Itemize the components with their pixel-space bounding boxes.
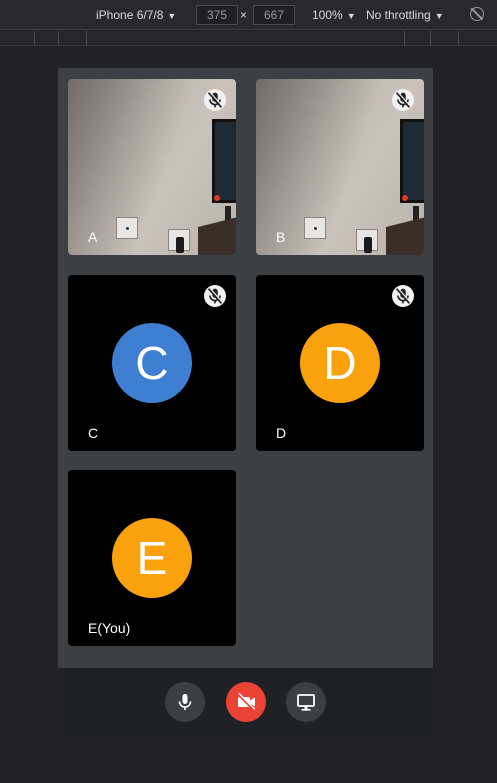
mic-muted-icon [204, 285, 226, 307]
media-query-ruler [0, 31, 497, 46]
throttling-select[interactable]: No throttling ▼ [366, 8, 444, 22]
avatar: C [112, 323, 192, 403]
camera-off-icon [237, 692, 256, 711]
devtools-device-toolbar: iPhone 6/7/8 ▼ 375 × 667 100% ▼ No throttl… [0, 0, 497, 30]
ruler-tick [34, 31, 35, 46]
mic-muted-icon [392, 285, 414, 307]
chevron-down-icon: ▼ [346, 11, 356, 21]
ruler-tick [58, 31, 59, 46]
chevron-down-icon: ▼ [167, 11, 177, 21]
device-select[interactable]: iPhone 6/7/8 ▼ [96, 8, 176, 22]
participant-name: D [276, 425, 287, 441]
mic-muted-icon [204, 89, 226, 111]
participant-tile-b[interactable]: B [256, 79, 424, 255]
participant-name: A [88, 229, 98, 245]
throttling-value: No throttling [366, 8, 431, 22]
screen-share-icon [297, 694, 315, 711]
phone-viewport: A B C C D D E E(You) [58, 68, 433, 736]
participant-name: C [88, 425, 99, 441]
rotate-icon[interactable] [470, 7, 484, 21]
ruler-tick [458, 31, 459, 46]
screen-share-button[interactable] [286, 682, 326, 722]
ruler-tick [86, 31, 87, 46]
zoom-value: 100% [312, 8, 343, 22]
viewport-height-input[interactable]: 667 [253, 5, 295, 25]
microphone-icon [178, 694, 192, 710]
participant-tile-a[interactable]: A [68, 79, 236, 255]
microphone-button[interactable] [165, 682, 205, 722]
ruler-tick [430, 31, 431, 46]
mic-muted-icon [392, 89, 414, 111]
participant-name: E(You) [88, 620, 131, 636]
ruler-tick [404, 31, 405, 46]
dimension-separator: × [240, 8, 248, 22]
chevron-down-icon: ▼ [434, 11, 444, 21]
participant-name: B [276, 229, 286, 245]
zoom-select[interactable]: 100% ▼ [312, 8, 356, 22]
device-name: iPhone 6/7/8 [96, 8, 164, 22]
avatar: D [300, 323, 380, 403]
camera-toggle-button[interactable] [226, 682, 266, 722]
participant-tile-c[interactable]: C C [68, 275, 236, 451]
call-controls-bar [58, 668, 433, 736]
viewport-width-input[interactable]: 375 [196, 5, 238, 25]
participant-tile-d[interactable]: D D [256, 275, 424, 451]
avatar: E [112, 518, 192, 598]
participant-tile-self[interactable]: E E(You) [68, 470, 236, 646]
